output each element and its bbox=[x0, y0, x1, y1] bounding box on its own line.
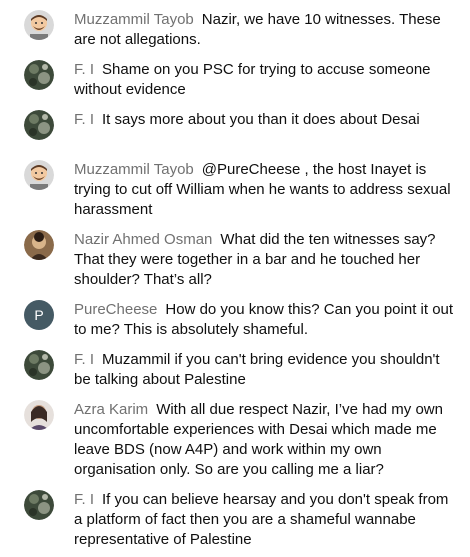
author-name[interactable]: Azra Karim bbox=[74, 401, 148, 418]
message-body: F. I Shame on you PSC for trying to accus… bbox=[74, 60, 459, 100]
author-avatar-cartoon-icon[interactable] bbox=[24, 10, 54, 40]
author-avatar-letter[interactable]: P bbox=[24, 300, 54, 330]
message-body: Nazir Ahmed Osman What did the ten witnes… bbox=[74, 230, 459, 290]
author-avatar-photo-icon[interactable] bbox=[24, 110, 54, 140]
message-body: Muzzammil Tayob Nazir, we have 10 witness… bbox=[74, 10, 459, 50]
message-body: Azra Karim With all due respect Nazir, I’… bbox=[74, 400, 459, 480]
author-name[interactable]: Muzzammil Tayob bbox=[74, 11, 194, 28]
author-name[interactable]: PureCheese bbox=[74, 301, 157, 318]
author-avatar-photo-icon[interactable] bbox=[24, 490, 54, 520]
live-chat-message-list: Muzzammil Tayob Nazir, we have 10 witness… bbox=[0, 0, 470, 557]
author-avatar-photo-icon[interactable] bbox=[24, 60, 54, 90]
author-avatar-photo-icon[interactable] bbox=[24, 400, 54, 430]
message-text: It says more about you than it does abou… bbox=[102, 111, 420, 128]
author-avatar-photo-icon[interactable] bbox=[24, 230, 54, 260]
author-avatar-photo-icon[interactable] bbox=[24, 350, 54, 380]
message-text: If you can believe hearsay and you don't… bbox=[74, 491, 449, 548]
message-text: Shame on you PSC for trying to accuse so… bbox=[74, 61, 431, 98]
message-text: Muzammil if you can't bring evidence you… bbox=[74, 351, 440, 388]
author-name[interactable]: Nazir Ahmed Osman bbox=[74, 231, 212, 248]
author-name[interactable]: F. I bbox=[74, 111, 94, 128]
author-avatar-cartoon-icon[interactable] bbox=[24, 160, 54, 190]
message-body: PureCheese How do you know this? Can you … bbox=[74, 300, 459, 340]
author-name[interactable]: F. I bbox=[74, 491, 94, 508]
author-name[interactable]: F. I bbox=[74, 61, 94, 78]
message-body: F. I Muzammil if you can't bring evidence… bbox=[74, 350, 459, 390]
author-name[interactable]: F. I bbox=[74, 351, 94, 368]
message-body: F. I If you can believe hearsay and you d… bbox=[74, 490, 459, 550]
message-body: F. I It says more about you than it does … bbox=[74, 110, 459, 130]
message-body: Muzzammil Tayob @PureCheese , the host In… bbox=[74, 160, 459, 220]
author-name[interactable]: Muzzammil Tayob bbox=[74, 161, 194, 178]
